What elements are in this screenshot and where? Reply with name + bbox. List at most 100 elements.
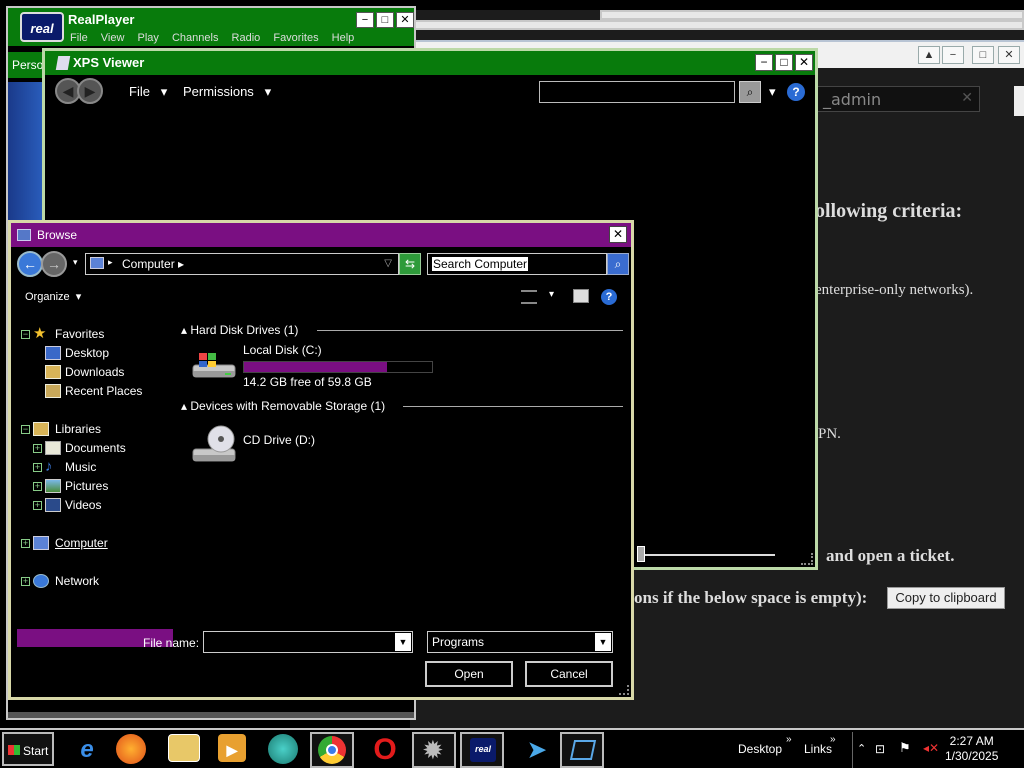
clear-icon[interactable]: ✕: [961, 90, 973, 106]
close-button[interactable]: ✕: [609, 226, 627, 243]
tree-item-videos[interactable]: + Videos: [11, 496, 171, 514]
forward-arrow-icon[interactable]: ▶: [77, 78, 103, 104]
expand-icon[interactable]: +: [33, 444, 42, 453]
collapse-group-icon[interactable]: ▴: [181, 399, 187, 413]
tree-item-favorites[interactable]: − ★ Favorites: [11, 325, 171, 343]
tree-item-computer[interactable]: + Computer: [11, 534, 171, 552]
tree-item-libraries[interactable]: − Libraries: [11, 420, 171, 438]
file-explorer-icon[interactable]: [168, 734, 200, 762]
close-button[interactable]: ✕: [998, 46, 1020, 64]
firefox-icon[interactable]: [116, 734, 146, 764]
menu-favorites[interactable]: Favorites: [273, 32, 318, 44]
permissions-menu[interactable]: Permissions ▾: [183, 84, 271, 100]
up-icon[interactable]: ▲: [918, 46, 940, 64]
minimize-button[interactable]: −: [356, 12, 374, 28]
menu-channels[interactable]: Channels: [172, 32, 218, 44]
help-icon[interactable]: ?: [601, 289, 617, 305]
close-button[interactable]: ✕: [396, 12, 414, 28]
file-name-input[interactable]: ▼: [203, 631, 413, 653]
address-dropdown-icon[interactable]: ▽: [384, 258, 392, 269]
menu-radio[interactable]: Radio: [232, 32, 261, 44]
views-dropdown-icon[interactable]: ▾: [549, 289, 554, 300]
search-icon[interactable]: ⌕: [607, 253, 629, 275]
maximize-button[interactable]: □: [972, 46, 994, 64]
address-input[interactable]: _admin ✕: [816, 86, 980, 112]
expand-icon[interactable]: +: [21, 539, 30, 548]
tree-item-music[interactable]: + ♪ Music: [11, 458, 171, 476]
resize-grip[interactable]: [801, 553, 813, 565]
organize-menu[interactable]: Organize ▾: [25, 290, 81, 303]
collapse-group-icon[interactable]: ▴: [181, 323, 187, 337]
menu-play[interactable]: Play: [138, 32, 159, 44]
group-header-hdd[interactable]: ▴ Hard Disk Drives (1): [181, 323, 623, 337]
minimize-button[interactable]: −: [942, 46, 964, 64]
close-button[interactable]: ✕: [795, 54, 813, 71]
maximize-button[interactable]: □: [775, 54, 793, 71]
tree-item-recent-places[interactable]: Recent Places: [11, 382, 171, 400]
zoom-slider-track[interactable]: [641, 554, 775, 556]
xps-viewer-taskbar-button[interactable]: [560, 732, 604, 768]
back-arrow-icon[interactable]: ←: [17, 251, 43, 277]
search-options-chevron-icon[interactable]: ▾: [769, 84, 776, 100]
search-icon[interactable]: ⌕: [739, 81, 761, 103]
refresh-icon[interactable]: ⇆: [399, 253, 421, 275]
expand-icon[interactable]: +: [33, 501, 42, 510]
media-player-icon[interactable]: ▶: [218, 734, 246, 762]
forward-arrow-icon[interactable]: →: [41, 251, 67, 277]
opera-icon[interactable]: O: [368, 734, 402, 766]
search-input[interactable]: Search Computer: [427, 253, 607, 275]
chrome-taskbar-button[interactable]: [310, 732, 354, 768]
drive-label: Local Disk (C:): [243, 343, 322, 357]
maximize-button[interactable]: □: [376, 12, 394, 28]
zoom-slider-thumb[interactable]: [637, 546, 645, 562]
minimize-button[interactable]: −: [755, 54, 773, 71]
links-toolbar-chevron-icon[interactable]: »: [830, 734, 836, 745]
realplayer-taskbar-button[interactable]: real: [460, 732, 504, 768]
group-header-removable[interactable]: ▴ Devices with Removable Storage (1): [181, 399, 623, 413]
breadcrumb[interactable]: ▸ Computer ▸ ▽: [85, 253, 399, 275]
start-button[interactable]: Start: [2, 732, 54, 766]
tree-item-desktop[interactable]: Desktop: [11, 344, 171, 362]
cancel-button[interactable]: Cancel: [525, 661, 613, 687]
copy-to-clipboard-button[interactable]: Copy to clipboard: [887, 587, 1005, 609]
views-icon[interactable]: [521, 290, 537, 304]
file-menu[interactable]: File ▾: [129, 84, 167, 100]
network-tray-icon[interactable]: ⊡: [875, 742, 885, 756]
tree-item-pictures[interactable]: + Pictures: [11, 477, 171, 495]
send-icon[interactable]: ➤: [520, 734, 554, 766]
collapse-icon[interactable]: −: [21, 330, 30, 339]
tree-item-documents[interactable]: + Documents: [11, 439, 171, 457]
resize-grip[interactable]: [619, 685, 629, 695]
chevron-down-icon[interactable]: ▼: [595, 633, 611, 651]
desktop-toolbar[interactable]: Desktop: [738, 742, 782, 756]
chevron-down-icon[interactable]: ▼: [395, 633, 411, 651]
action-center-flag-icon[interactable]: ⚑: [899, 740, 911, 756]
open-button[interactable]: Open: [425, 661, 513, 687]
settings-taskbar-button[interactable]: ✹: [412, 732, 456, 768]
help-icon[interactable]: ?: [787, 83, 805, 101]
desktop-toolbar-chevron-icon[interactable]: »: [786, 734, 792, 745]
links-toolbar[interactable]: Links: [804, 742, 832, 756]
personal-tab[interactable]: Perso: [8, 52, 46, 78]
volume-muted-icon[interactable]: ◂✕: [923, 741, 939, 755]
chat-app-icon[interactable]: [268, 734, 298, 764]
tree-item-downloads[interactable]: Downloads: [11, 363, 171, 381]
expand-icon[interactable]: +: [33, 463, 42, 472]
menu-help[interactable]: Help: [332, 32, 355, 44]
window-title: XPS Viewer: [73, 55, 145, 70]
expand-icon[interactable]: +: [33, 482, 42, 491]
menu-file[interactable]: File: [70, 32, 88, 44]
collapse-icon[interactable]: −: [21, 425, 30, 434]
show-hidden-icons-icon[interactable]: ⌃: [857, 742, 866, 755]
breadcrumb-computer[interactable]: Computer ▸: [122, 257, 184, 271]
history-dropdown-icon[interactable]: ▾: [73, 257, 78, 268]
tree-item-network[interactable]: + Network: [11, 572, 171, 590]
breadcrumb-chevron-icon[interactable]: ▸: [108, 257, 113, 268]
clock[interactable]: 2:27 AM 1/30/2025: [945, 734, 998, 764]
expand-icon[interactable]: +: [21, 577, 30, 586]
file-type-select[interactable]: Programs ▼: [427, 631, 613, 653]
menu-view[interactable]: View: [101, 32, 125, 44]
preview-pane-icon[interactable]: [573, 289, 589, 303]
xps-search-input[interactable]: [539, 81, 735, 103]
internet-explorer-icon[interactable]: e: [70, 734, 104, 766]
